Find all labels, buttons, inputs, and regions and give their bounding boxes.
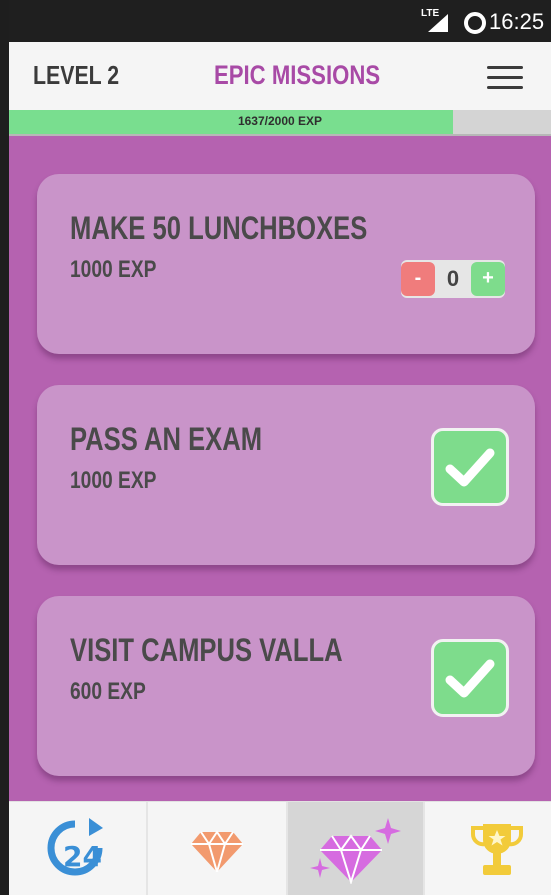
mission-complete-checkbox[interactable] — [431, 639, 509, 717]
mission-card: VISIT CAMPUS VALLA 600 EXP — [37, 596, 535, 776]
checkmark-icon — [445, 448, 495, 487]
mission-exp: 1000 EXP — [70, 467, 157, 494]
signal-icon — [428, 14, 448, 32]
mission-title: PASS AN EXAM — [70, 421, 263, 457]
mission-title: MAKE 50 LUNCHBOXES — [70, 210, 368, 246]
trophy-icon — [471, 824, 523, 875]
mission-complete-checkbox[interactable] — [431, 428, 509, 506]
decrement-button[interactable]: - — [401, 262, 435, 296]
status-circle-icon — [464, 12, 486, 34]
status-bar: LTE 16:25 — [9, 0, 551, 42]
bottom-nav: 24 — [9, 801, 551, 895]
mission-exp: 600 EXP — [70, 678, 146, 705]
mission-card: MAKE 50 LUNCHBOXES 1000 EXP - 0 + — [37, 174, 535, 354]
mission-exp: 1000 EXP — [70, 256, 157, 283]
tab-diamond[interactable] — [148, 802, 286, 895]
status-time: 16:25 — [489, 9, 545, 34]
diamond-icon — [191, 830, 243, 872]
level-label: LEVEL 2 — [33, 60, 120, 90]
stepper-value: 0 — [446, 266, 460, 291]
sparkle-diamond-icon — [310, 818, 401, 884]
mission-card: PASS AN EXAM 1000 EXP — [37, 385, 535, 565]
exp-progress-label: 1637/2000 EXP — [237, 114, 323, 128]
tab-sparkle-diamond[interactable] — [288, 802, 423, 895]
mission-stepper: - 0 + — [401, 260, 505, 298]
checkmark-icon — [445, 659, 495, 698]
tab-24[interactable]: 24 — [9, 802, 146, 895]
refresh-24-icon: 24 — [47, 818, 103, 876]
page-title: EPIC MISSIONS — [214, 60, 381, 90]
increment-button[interactable]: + — [471, 262, 505, 296]
mission-title: VISIT CAMPUS VALLA — [70, 632, 343, 668]
hamburger-menu-icon[interactable] — [487, 66, 523, 90]
exp-progress-bar: 1637/2000 EXP — [9, 110, 551, 136]
app-header: LEVEL 2 EPIC MISSIONS — [9, 42, 551, 110]
app-screen: LTE 16:25 LEVEL 2 EPIC MISSIONS 1637/200… — [9, 0, 551, 895]
tab-trophy[interactable] — [425, 802, 551, 895]
tab-24-label: 24 — [63, 840, 102, 873]
